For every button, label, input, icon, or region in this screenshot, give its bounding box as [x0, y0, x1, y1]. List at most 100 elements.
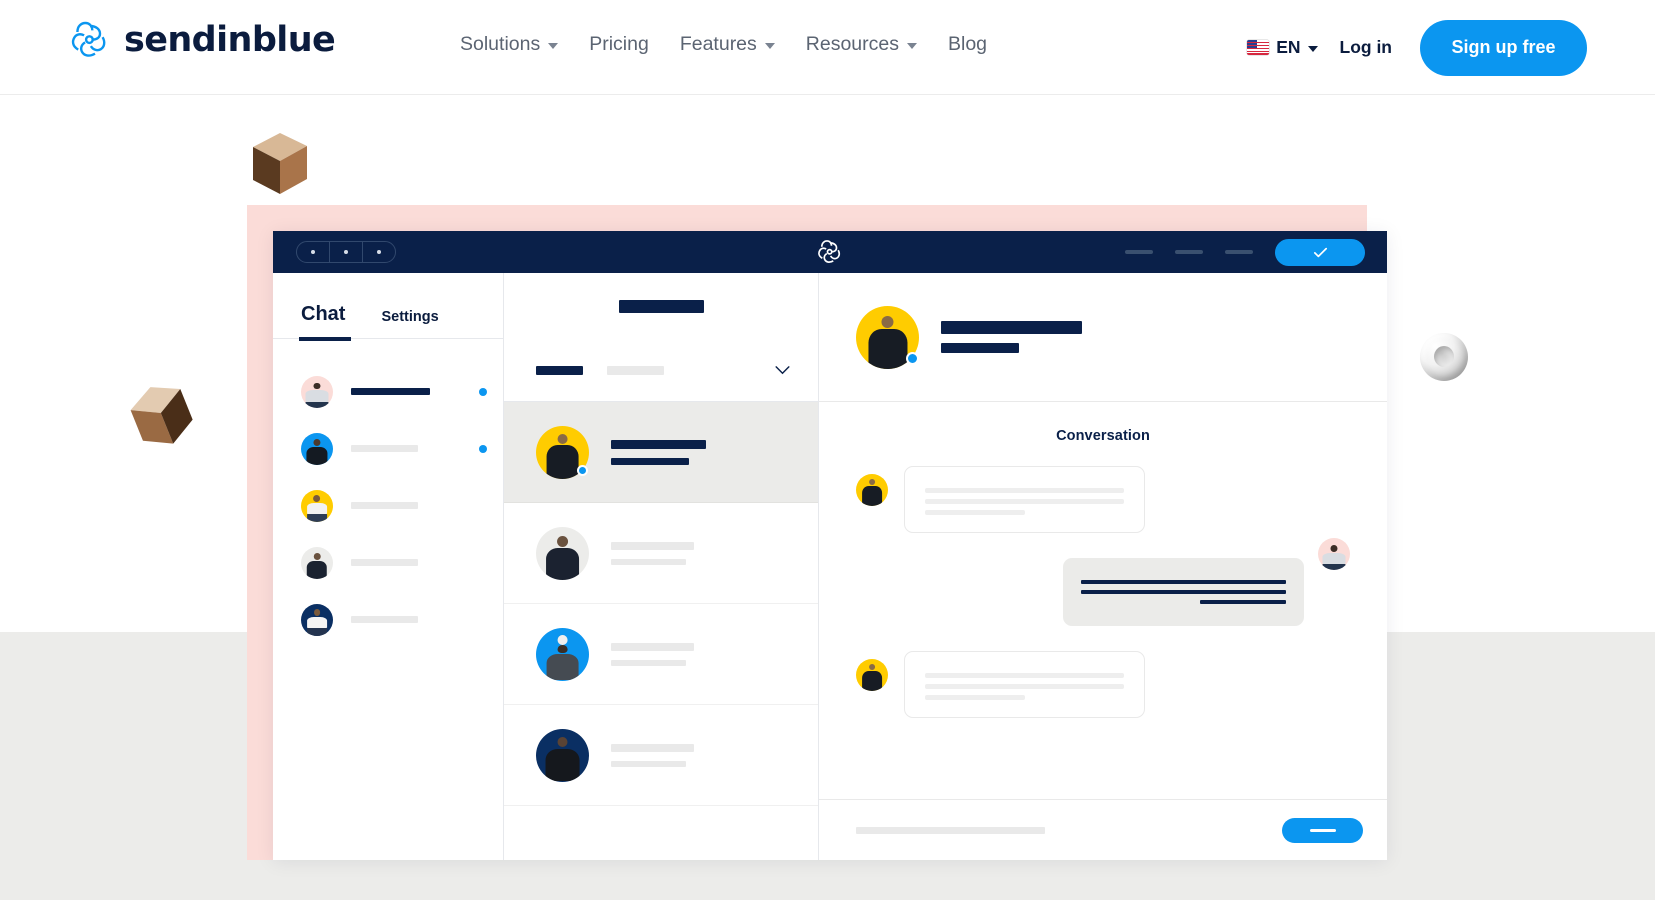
- brand-logo[interactable]: sendinblue: [70, 20, 336, 60]
- contact-list-item[interactable]: [273, 534, 503, 591]
- nav-item-features-label: Features: [679, 33, 757, 55]
- wooden-cube-left-decoration: [123, 377, 202, 461]
- conversation-list-panel: [504, 273, 819, 860]
- send-dash-icon: [1309, 828, 1336, 832]
- send-message-button[interactable]: [1282, 817, 1363, 843]
- panel-tabs: Chat Settings: [273, 273, 503, 341]
- nav-item-blog-label: Blog: [948, 33, 988, 55]
- titlebar-menu-dash-icon[interactable]: [1125, 250, 1153, 254]
- avatar-with-status: [856, 305, 919, 369]
- message-outgoing: [856, 538, 1350, 626]
- contact-list-item[interactable]: [273, 591, 503, 648]
- avatar: [301, 603, 333, 636]
- conversation-list-filter-row[interactable]: [504, 339, 818, 402]
- conversation-preview-placeholder: [611, 439, 796, 465]
- nav-item-features[interactable]: Features: [680, 30, 775, 58]
- unread-indicator-dot: [479, 387, 487, 396]
- contact-list-item[interactable]: [273, 363, 503, 420]
- wooden-cube-top-decoration: [250, 133, 308, 200]
- titlebar-confirm-button[interactable]: [1275, 238, 1365, 266]
- chevron-down-icon: [548, 42, 559, 49]
- unread-indicator-dot: [479, 444, 487, 453]
- login-link[interactable]: Log in: [1340, 37, 1392, 58]
- titlebar-actions: [1125, 238, 1365, 266]
- message-input-placeholder[interactable]: [856, 826, 1045, 834]
- message-incoming: [856, 651, 1350, 718]
- avatar: [301, 546, 333, 579]
- app-titlebar: [273, 231, 1387, 273]
- filter-value-placeholder: [607, 365, 664, 375]
- conversation-list-item[interactable]: [504, 705, 818, 806]
- titlebar-sendinblue-logo-icon: [817, 239, 843, 265]
- nav-item-resources-label: Resources: [805, 33, 899, 55]
- contacts-panel: Chat Settings: [273, 273, 504, 860]
- window-control-dot[interactable]: [297, 242, 330, 262]
- conversation-list-item[interactable]: [504, 604, 818, 705]
- contact-list-item[interactable]: [273, 420, 503, 477]
- conversation-preview-placeholder: [611, 642, 796, 666]
- window-controls[interactable]: [296, 241, 396, 263]
- check-icon: [1313, 247, 1327, 257]
- app-body: Chat Settings Conversation: [273, 273, 1387, 860]
- avatar-with-status: [536, 627, 589, 681]
- contact-list-item[interactable]: [273, 477, 503, 534]
- nav-item-pricing[interactable]: Pricing: [589, 30, 649, 58]
- brand-name: sendinblue: [124, 20, 336, 60]
- conversation-header: [819, 273, 1387, 402]
- nav-item-resources[interactable]: Resources: [806, 30, 917, 58]
- tab-chat[interactable]: Chat: [298, 303, 352, 341]
- us-flag-icon: [1247, 40, 1270, 55]
- primary-nav-links: Solutions Pricing Features Resources Blo…: [460, 30, 987, 58]
- online-status-dot: [906, 351, 919, 365]
- language-code: EN: [1276, 37, 1301, 57]
- filter-label-placeholder: [536, 365, 583, 375]
- avatar: [856, 474, 888, 506]
- language-selector[interactable]: EN: [1247, 37, 1318, 58]
- chevron-down-icon[interactable]: [775, 365, 790, 375]
- avatar: [856, 659, 888, 691]
- chat-app-mockup: Chat Settings Conversation: [273, 231, 1387, 860]
- avatar: [301, 489, 333, 522]
- conversation-section-title: Conversation: [1056, 428, 1150, 444]
- conversation-title-placeholder: [941, 321, 1082, 353]
- message-bubble: [904, 466, 1145, 533]
- titlebar-menu-dash-icon[interactable]: [1225, 250, 1253, 254]
- contact-name-placeholder: [351, 559, 479, 566]
- conversation-preview-placeholder: [611, 541, 796, 565]
- window-control-dot[interactable]: [330, 242, 363, 262]
- conversation-list-item[interactable]: [504, 402, 818, 503]
- window-control-dot[interactable]: [363, 242, 395, 262]
- chevron-down-icon: [1307, 46, 1318, 52]
- contact-name-placeholder: [351, 445, 479, 452]
- tab-settings[interactable]: Settings: [381, 309, 438, 338]
- avatar: [301, 432, 333, 465]
- sendinblue-flower-icon: [70, 20, 110, 60]
- signup-free-button[interactable]: Sign up free: [1420, 19, 1587, 76]
- titlebar-menu-dash-icon[interactable]: [1175, 250, 1203, 254]
- avatar-with-status: [536, 526, 589, 580]
- conversation-list-item[interactable]: [504, 503, 818, 604]
- contact-name-placeholder: [351, 502, 479, 509]
- contact-list: [273, 339, 503, 648]
- contact-name-placeholder: [351, 616, 479, 623]
- top-navigation-bar: sendinblue Solutions Pricing Features Re…: [0, 0, 1655, 95]
- avatar-with-status: [536, 425, 589, 479]
- chevron-down-icon: [764, 42, 775, 49]
- conversation-panel: Conversation: [819, 273, 1387, 860]
- message-thread: [819, 444, 1387, 799]
- chevron-down-icon: [907, 42, 917, 49]
- nav-item-blog[interactable]: Blog: [948, 30, 987, 58]
- avatar: [536, 728, 589, 782]
- nav-item-pricing-label: Pricing: [589, 33, 649, 55]
- conversation-preview-placeholder: [611, 743, 796, 767]
- nav-item-solutions-label: Solutions: [460, 33, 541, 55]
- avatar-with-status: [536, 728, 589, 782]
- message-bubble: [904, 651, 1145, 718]
- message-incoming: [856, 466, 1350, 533]
- avatar: [301, 375, 333, 408]
- avatar: [536, 627, 589, 681]
- glass-torus-decoration: [1420, 333, 1468, 381]
- nav-item-solutions[interactable]: Solutions: [460, 30, 559, 58]
- contact-name-placeholder: [351, 388, 479, 395]
- message-composer: [819, 799, 1387, 860]
